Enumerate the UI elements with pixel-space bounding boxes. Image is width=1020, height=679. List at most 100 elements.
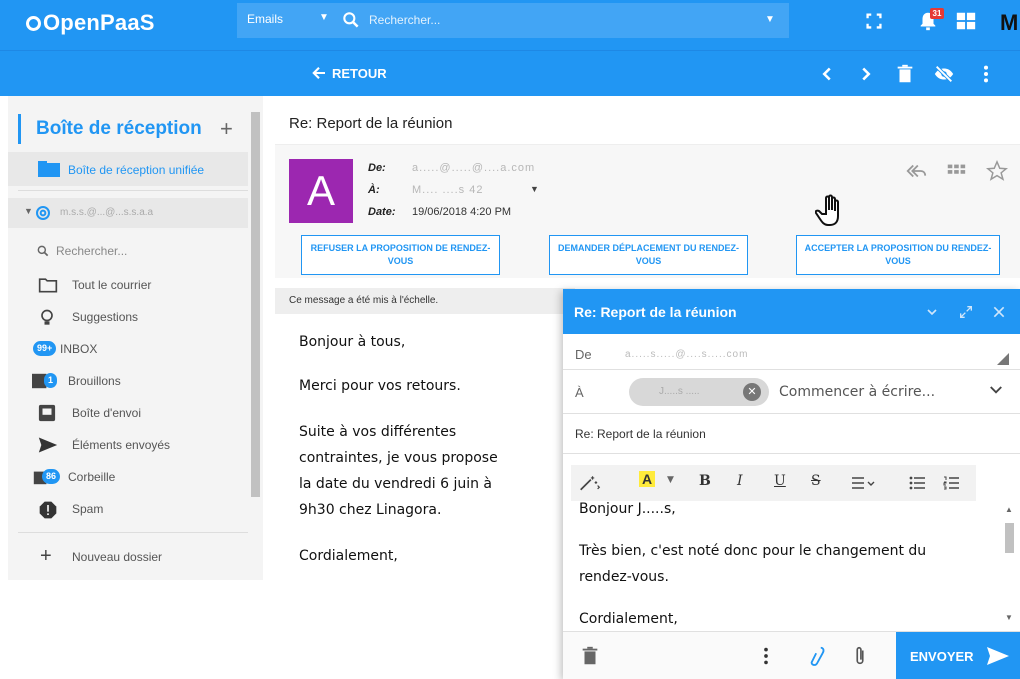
composer-body-line[interactable]: rendez-vous. xyxy=(579,565,669,589)
reply-all-icon[interactable] xyxy=(905,160,927,182)
composer-body-line[interactable]: Cordialement, xyxy=(579,607,678,631)
from-value[interactable]: a.....@.....@....a.com xyxy=(412,162,535,174)
grid-menu-icon[interactable] xyxy=(945,160,967,182)
recipients-caret-icon[interactable]: ▼ xyxy=(530,184,539,194)
magic-wand-icon[interactable] xyxy=(579,474,601,492)
sidebar-item-label: Brouillons xyxy=(68,374,121,388)
sidebar-item-trash[interactable]: 86 Corbeille xyxy=(8,462,248,492)
inbox-count-badge: 99+ xyxy=(33,341,57,356)
message-body-line: Bonjour à tous, xyxy=(299,334,406,350)
outbox-icon xyxy=(38,404,56,422)
attachment-paperclip-icon[interactable] xyxy=(849,645,871,667)
sidebar-item-outbox[interactable]: Boîte d'envoi xyxy=(8,398,248,428)
composer-to-label: À xyxy=(575,385,584,400)
insert-link-icon[interactable] xyxy=(807,645,829,667)
arrow-left-icon xyxy=(312,67,325,79)
send-icon xyxy=(987,647,1009,665)
sidebar: Boîte de réception + Boîte de réception … xyxy=(8,96,263,580)
numbered-list-icon[interactable] xyxy=(943,476,959,490)
plus-icon: + xyxy=(40,545,52,567)
sidebar-item-inbox[interactable]: 99+ INBOX xyxy=(8,334,248,364)
align-icon[interactable] xyxy=(851,476,875,490)
editor-scrollbar[interactable]: ▲ ▼ xyxy=(1002,505,1016,623)
hand-cursor-icon xyxy=(815,194,839,226)
sidebar-item-suggestions[interactable]: Suggestions xyxy=(8,302,248,332)
sidebar-item-unified-inbox[interactable]: Boîte de réception unifiée xyxy=(8,152,248,186)
color-caret-icon[interactable]: ▼ xyxy=(667,475,674,485)
bullet-list-icon[interactable] xyxy=(909,476,925,490)
accept-invite-button[interactable]: ACCEPTER LA PROPOSITION DU RENDEZ-VOUS xyxy=(796,235,1000,275)
editor-toolbar: A ▼ B I U S xyxy=(571,465,976,501)
message-body-line: 9h30 chez Linagora. xyxy=(299,502,442,518)
scrollbar-thumb[interactable] xyxy=(1005,523,1014,553)
sidebar-item-spam[interactable]: Spam xyxy=(8,494,248,524)
italic-button[interactable]: I xyxy=(737,473,743,489)
discard-trash-icon[interactable] xyxy=(579,645,601,667)
close-icon[interactable] xyxy=(991,304,1007,320)
delete-trash-icon[interactable] xyxy=(894,63,916,85)
action-bar: RETOUR xyxy=(0,50,1020,96)
mark-unread-eye-off-icon[interactable] xyxy=(933,63,955,85)
to-recipient-input[interactable] xyxy=(779,382,969,402)
previous-message-icon[interactable] xyxy=(816,63,838,85)
user-avatar-initial[interactable]: M xyxy=(1000,10,1018,36)
folder-icon xyxy=(38,278,58,293)
sidebar-item-sent[interactable]: Éléments envoyés xyxy=(8,430,248,460)
composer-body-line[interactable]: Très bien, c'est noté donc pour le chang… xyxy=(579,539,926,563)
bold-button[interactable]: B xyxy=(699,473,711,489)
account-row[interactable]: ▼ m.s.s.@...@...s.s.a.a xyxy=(8,198,248,228)
collapse-caret-icon[interactable]: ▼ xyxy=(24,206,33,216)
expand-icon[interactable] xyxy=(958,304,974,320)
scope-caret-icon[interactable]: ▼ xyxy=(319,12,329,23)
new-folder-button[interactable]: + Nouveau dossier xyxy=(8,542,248,572)
more-vertical-icon[interactable] xyxy=(755,645,777,667)
fullscreen-icon[interactable] xyxy=(863,10,885,32)
composer-body-line[interactable]: Bonjour J.....s, xyxy=(579,497,676,521)
to-value[interactable]: M.... ....s 42 xyxy=(412,184,483,196)
search-input[interactable] xyxy=(369,9,749,31)
search-options-caret-icon[interactable]: ▼ xyxy=(765,14,775,25)
underline-button[interactable]: U xyxy=(774,473,786,489)
message-body-line: Cordialement, xyxy=(299,548,398,564)
add-account-icon[interactable]: + xyxy=(220,116,233,142)
minimize-chevron-icon[interactable] xyxy=(924,304,940,320)
sidebar-item-label: Éléments envoyés xyxy=(72,438,171,452)
divider xyxy=(18,532,248,533)
composer-title-bar[interactable]: Re: Report de la réunion xyxy=(563,289,1020,334)
composer-subject-input[interactable] xyxy=(575,425,995,443)
search-icon[interactable] xyxy=(341,10,361,30)
decline-invite-button[interactable]: REFUSER LA PROPOSITION DE RENDEZ-VOUS xyxy=(301,235,500,275)
scroll-down-icon[interactable]: ▼ xyxy=(1005,613,1013,622)
send-button[interactable]: ENVOYER xyxy=(896,632,1020,679)
search-icon xyxy=(37,245,49,257)
send-label: ENVOYER xyxy=(910,648,974,664)
back-button[interactable]: RETOUR xyxy=(310,64,387,82)
chevron-down-icon[interactable] xyxy=(987,381,1005,399)
message-subject: Re: Report de la réunion xyxy=(289,115,453,132)
to-label: À: xyxy=(368,184,380,196)
sidebar-title[interactable]: Boîte de réception xyxy=(18,114,202,144)
from-dropdown-icon[interactable] xyxy=(997,353,1009,365)
sidebar-scrollbar[interactable] xyxy=(248,100,261,500)
reply-composer: Re: Report de la réunion De a.....s.....… xyxy=(563,289,1020,679)
sidebar-item-label: Corbeille xyxy=(68,470,116,484)
apps-grid-icon[interactable] xyxy=(955,10,977,32)
request-reschedule-button[interactable]: DEMANDER DÉPLACEMENT DU RENDEZ-VOUS xyxy=(549,235,748,275)
recipient-chip[interactable]: J.....s ..... ✕ xyxy=(629,378,769,406)
openpaas-logo[interactable]: OpenPaaS xyxy=(26,10,155,36)
star-icon[interactable] xyxy=(986,160,1008,182)
sidebar-search[interactable]: Rechercher... xyxy=(36,244,127,258)
more-vertical-icon[interactable] xyxy=(975,63,997,85)
scroll-up-icon[interactable]: ▲ xyxy=(1005,505,1013,514)
sidebar-item-all-mail[interactable]: Tout le courrier xyxy=(8,270,248,300)
search-scope[interactable]: Emails xyxy=(247,12,283,26)
remove-recipient-icon[interactable]: ✕ xyxy=(743,383,761,401)
text-color-button[interactable]: A xyxy=(639,471,656,487)
scaled-message-note: Ce message a été mis à l'échelle. xyxy=(275,288,575,314)
composer-from-value[interactable]: a.....s.....@....s.....com xyxy=(625,349,748,360)
next-message-icon[interactable] xyxy=(855,63,877,85)
strikethrough-button[interactable]: S xyxy=(811,473,821,489)
sidebar-item-drafts[interactable]: 1 Brouillons xyxy=(8,366,248,396)
sidebar-item-label: Tout le courrier xyxy=(72,278,152,292)
scrollbar-thumb[interactable] xyxy=(251,112,260,497)
